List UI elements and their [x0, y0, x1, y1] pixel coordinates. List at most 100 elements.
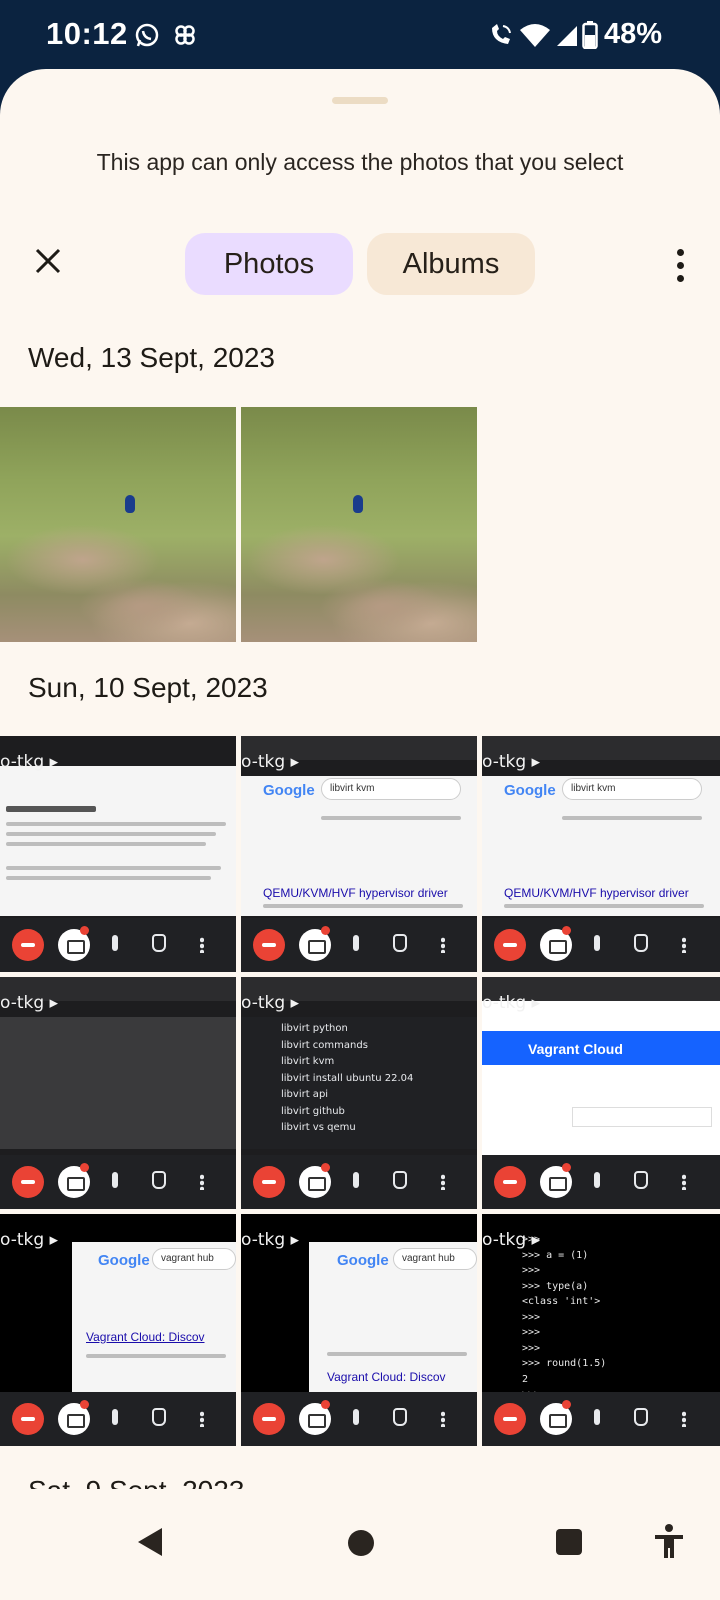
mic-icon: [594, 1409, 600, 1425]
close-button[interactable]: [24, 237, 72, 285]
end-call-icon: [12, 1166, 44, 1198]
navigation-bar: [0, 1490, 720, 1600]
call-controls: [482, 1392, 720, 1446]
peacock: [125, 495, 135, 513]
call-controls: [0, 918, 236, 972]
signal-icon: [554, 20, 580, 50]
more-vert-icon: [676, 248, 684, 256]
whatsapp-icon: [132, 20, 162, 50]
mic-icon: [353, 1172, 359, 1188]
end-call-icon: [12, 1403, 44, 1435]
date-header: Sat, 9 Sept, 2023: [28, 1473, 244, 1489]
screenshot-thumbnail[interactable]: Google vagrant hub Vagrant Cloud: Discov…: [0, 1214, 236, 1446]
window-label: o-tkg ▸: [482, 752, 541, 772]
google-results: Google vagrant hub Vagrant Cloud: Discov: [309, 1242, 477, 1392]
tab-photos[interactable]: Photos: [185, 233, 353, 295]
call-controls: [482, 918, 720, 972]
mic-icon: [112, 1409, 118, 1425]
status-bar: 10:12 48%: [0, 0, 720, 66]
photo-picker-sheet: This app can only access the photos that…: [0, 69, 720, 1600]
call-controls: [241, 1155, 477, 1209]
blank-page: [0, 1017, 236, 1149]
mic-icon: [353, 1409, 359, 1425]
mic-icon: [594, 935, 600, 951]
end-call-icon: [494, 929, 526, 961]
mic-icon: [112, 935, 118, 951]
photo-thumbnail[interactable]: [241, 407, 477, 642]
date-header: Sun, 10 Sept, 2023: [28, 672, 268, 703]
end-call-icon: [494, 1166, 526, 1198]
wifi-icon: [518, 20, 552, 50]
more-icon: [682, 937, 686, 953]
screenshot-thumbnail[interactable]: o-tkg ▸: [0, 736, 236, 972]
accessibility-icon[interactable]: [654, 1524, 684, 1560]
wifi-calling-icon: [486, 20, 516, 50]
raise-hand-icon: [393, 934, 407, 952]
screenshot-thumbnail[interactable]: libvirt python libvirt commands libvirt …: [241, 977, 477, 1209]
battery-icon: [580, 20, 600, 50]
window-label: o-tkg ▸: [241, 752, 300, 772]
more-icon: [200, 937, 204, 953]
window-label: o-tkg ▸: [241, 1230, 300, 1250]
more-icon: [200, 1174, 204, 1190]
end-call-icon: [253, 929, 285, 961]
google-results: Google vagrant hub Vagrant Cloud: Discov: [72, 1242, 236, 1392]
end-call-icon: [253, 1166, 285, 1198]
doc-page: [0, 766, 236, 916]
peacock: [353, 495, 363, 513]
tab-albums[interactable]: Albums: [367, 233, 535, 295]
more-options-button[interactable]: [660, 235, 700, 295]
google-results: Google libvirt kvm QEMU/KVM/HVF hypervis…: [241, 776, 477, 916]
raise-hand-icon: [393, 1171, 407, 1189]
photo-thumbnail[interactable]: [0, 407, 236, 642]
raise-hand-icon: [634, 934, 648, 952]
end-call-icon: [253, 1403, 285, 1435]
raise-hand-icon: [152, 934, 166, 952]
pinwheel-icon: [170, 20, 200, 50]
raise-hand-icon: [393, 1408, 407, 1426]
mic-icon: [112, 1172, 118, 1188]
battery-percent: 48%: [604, 18, 663, 50]
more-icon: [441, 1411, 445, 1427]
raise-hand-icon: [152, 1408, 166, 1426]
mic-icon: [353, 935, 359, 951]
more-icon: [441, 937, 445, 953]
google-results: Google libvirt kvm QEMU/KVM/HVF hypervis…: [482, 776, 720, 916]
date-header: Wed, 13 Sept, 2023: [28, 342, 275, 373]
mic-icon: [594, 1172, 600, 1188]
status-time: 10:12: [46, 16, 128, 51]
window-label: o-tkg ▸: [482, 1230, 541, 1250]
raise-hand-icon: [634, 1171, 648, 1189]
window-label: o-tkg ▸: [482, 993, 541, 1013]
access-notice: This app can only access the photos that…: [96, 149, 624, 175]
call-controls: [241, 918, 477, 972]
recents-icon[interactable]: [556, 1529, 582, 1555]
screenshot-thumbnail[interactable]: >>> >>> a = (1) >>> >>> type(a) <class '…: [482, 1214, 720, 1446]
search-suggestions: libvirt python libvirt commands libvirt …: [241, 1017, 477, 1149]
call-controls: [241, 1392, 477, 1446]
home-icon[interactable]: [348, 1530, 374, 1556]
drag-handle[interactable]: [332, 97, 388, 104]
screenshot-thumbnail[interactable]: o-tkg ▸: [0, 977, 236, 1209]
vagrant-cloud-page: Vagrant Cloud: [482, 1001, 720, 1155]
end-call-icon: [12, 929, 44, 961]
screenshot-thumbnail[interactable]: Vagrant Cloud o-tkg ▸: [482, 977, 720, 1209]
back-icon[interactable]: [138, 1528, 162, 1556]
screenshot-thumbnail[interactable]: Google libvirt kvm QEMU/KVM/HVF hypervis…: [241, 736, 477, 972]
end-call-icon: [494, 1403, 526, 1435]
more-icon: [441, 1174, 445, 1190]
more-icon: [200, 1411, 204, 1427]
screenshot-thumbnail[interactable]: Google libvirt kvm QEMU/KVM/HVF hypervis…: [482, 736, 720, 972]
window-label: o-tkg ▸: [0, 993, 59, 1013]
more-icon: [682, 1174, 686, 1190]
call-controls: [0, 1155, 236, 1209]
window-label: o-tkg ▸: [241, 993, 300, 1013]
call-controls: [482, 1155, 720, 1209]
close-icon: [35, 248, 61, 274]
screenshot-thumbnail[interactable]: Google vagrant hub Vagrant Cloud: Discov…: [241, 1214, 477, 1446]
raise-hand-icon: [634, 1408, 648, 1426]
raise-hand-icon: [152, 1171, 166, 1189]
more-icon: [682, 1411, 686, 1427]
window-label: o-tkg ▸: [0, 1230, 59, 1250]
call-controls: [0, 1392, 236, 1446]
